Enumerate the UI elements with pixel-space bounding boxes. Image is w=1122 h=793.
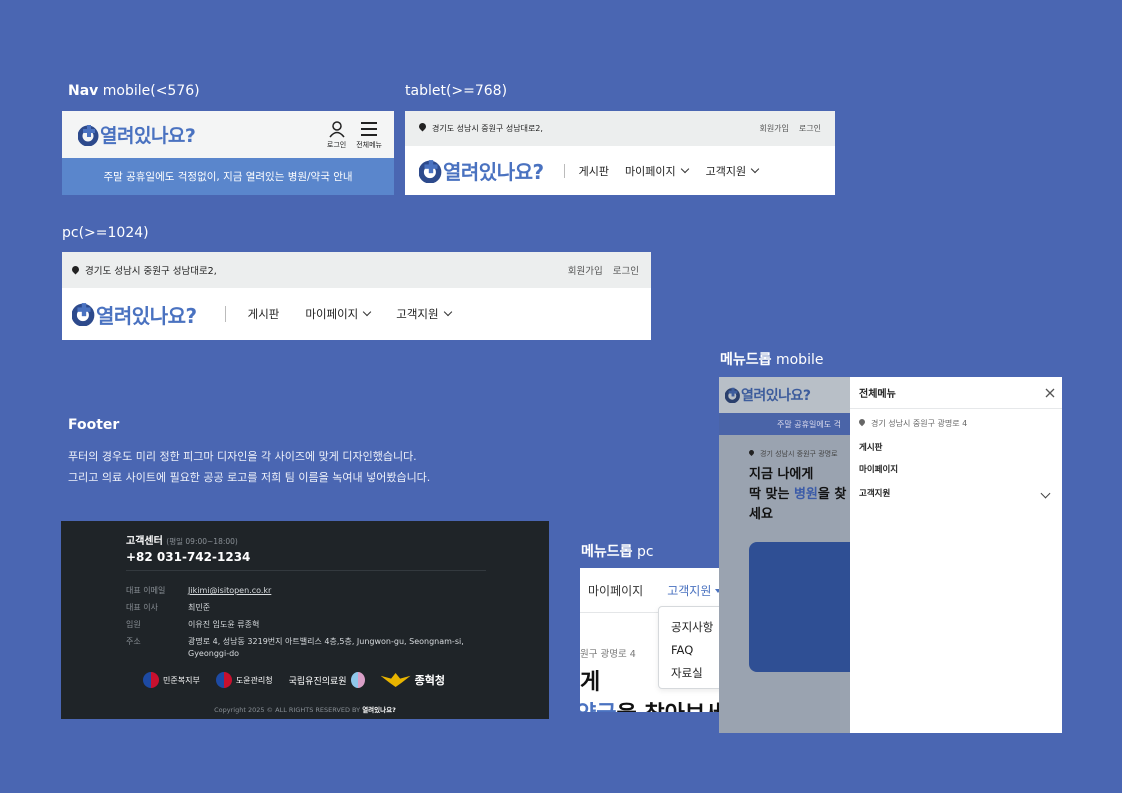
- footer-section-title: Footer: [68, 417, 120, 433]
- logo: 열려있나요?: [725, 385, 811, 405]
- dimmed-address: 경기 성남시 중원구 광명로: [747, 448, 838, 459]
- site-footer: 고객센터 (평일 09:00~18:00) +82 031-742-1234 대…: [61, 521, 549, 719]
- gov-logo-1: 민준복지부: [143, 672, 200, 688]
- footer-info: 대표 이메일 Jikimi@isitopen.co.kr 대표 이사 최민준 임원 이…: [126, 585, 486, 665]
- footer-email-link[interactable]: Jikimi@isitopen.co.kr: [188, 585, 486, 597]
- location-pin-icon: [417, 121, 428, 132]
- drawer-menu: 게시판 마이페이지 고객지원: [850, 429, 1062, 499]
- eagle-emblem-icon: [380, 673, 411, 687]
- copyright: Copyright 2025 © ALL RIGHTS RESERVED BY …: [214, 706, 396, 714]
- bg-address: 원구 광명로 4: [580, 649, 636, 660]
- footer-divider: [126, 570, 486, 571]
- logo[interactable]: 열려있나요?: [419, 156, 544, 185]
- label-nav-mobile: Nav mobile(<576): [68, 83, 200, 99]
- cs-title: 고객센터 (평일 09:00~18:00): [126, 536, 238, 547]
- signup-link[interactable]: 회원가입: [568, 266, 603, 277]
- gov-logo-2: 도윤관리청: [215, 672, 273, 688]
- dimmed-banner: 주말 공휴일에도 걱: [719, 413, 850, 435]
- chevron-down-icon: [680, 164, 689, 173]
- tab-mypage[interactable]: 마이페이지: [588, 582, 643, 599]
- chevron-down-icon: [750, 164, 760, 173]
- drawer-item-support[interactable]: 고객지원: [859, 487, 1053, 499]
- cross-logo-icon: [725, 387, 740, 403]
- cs-phone: +82 031-742-1234: [126, 550, 251, 564]
- location-pin-icon: [857, 417, 867, 427]
- chevron-down-icon: [1040, 488, 1051, 498]
- cross-logo-icon: [72, 303, 95, 326]
- gov-logos: 민준복지부 도윤관리청 국립유진의료원 종혁청: [143, 672, 445, 688]
- hamburger-icon: [361, 121, 378, 136]
- label-pc: pc(>=1024): [62, 225, 149, 241]
- gov-logo-4: 종혁청: [380, 672, 445, 688]
- dimmed-page: 열려있나요? 주말 공휴일에도 걱 경기 성남시 중원구 광명로 지금 나에게 …: [719, 377, 859, 733]
- label-tablet: tablet(>=768): [405, 83, 508, 99]
- drawer-address: 경기 성남시 중원구 광명로 4: [850, 409, 1062, 429]
- nav-mypage[interactable]: 마이페이지: [305, 306, 372, 322]
- location-pin-icon: [70, 264, 81, 275]
- chevron-down-icon: [443, 307, 452, 317]
- mobile-nav: 열려있나요? 로그인 전체메뉴 주말 공휴일에도 걱정없이, 지금 열려있는 병…: [62, 111, 394, 195]
- taegeuk-icon: [143, 672, 159, 688]
- footer-section-desc: 푸터의 경우도 미리 정한 피그마 디자인을 각 사이즈에 맞게 디자인했습니다…: [68, 450, 431, 484]
- taegeuk-icon: [215, 672, 232, 688]
- header-address: 경기도 성남시 중원구 성남대로2,: [70, 263, 217, 277]
- login-link[interactable]: 로그인: [613, 266, 639, 277]
- user-icon: [328, 120, 345, 137]
- close-icon[interactable]: [1044, 387, 1056, 399]
- pc-header: 경기도 성남시 중원구 성남대로2, 회원가입 로그인 열려있나요? 게시판 마이…: [62, 252, 651, 340]
- dimmed-hero-card: [749, 542, 859, 672]
- nav-support[interactable]: 고객지원: [706, 163, 760, 179]
- drawer-item-mypage[interactable]: 마이페이지: [859, 463, 1053, 487]
- gov-logo-3: 국립유진의료원: [289, 672, 365, 688]
- chevron-down-icon: [363, 307, 372, 317]
- tab-support[interactable]: 고객지원: [667, 582, 722, 599]
- all-menu-button[interactable]: 전체메뉴: [356, 120, 382, 150]
- nav-board[interactable]: 게시판: [579, 163, 609, 179]
- tablet-header: 경기도 성남시 중원구 성남대로2, 회원가입 로그인 열려있나요? 게시판 마이…: [405, 111, 835, 195]
- side-drawer: 전체메뉴 경기 성남시 중원구 광명로 4 게시판 마이페이지 고객지원: [850, 377, 1062, 733]
- bg-heading-1: 게: [580, 670, 601, 695]
- cross-logo-icon: [78, 124, 99, 146]
- nav-mypage[interactable]: 마이페이지: [625, 163, 689, 179]
- header-address: 경기도 성남시 중원구 성남대로2,: [417, 121, 543, 134]
- logo[interactable]: 열려있나요?: [78, 121, 196, 148]
- menu-mobile-preview: 열려있나요? 주말 공휴일에도 걱 경기 성남시 중원구 광명로 지금 나에게 …: [719, 377, 1062, 733]
- label-menu-pc: 메뉴드롭 pc: [581, 544, 654, 560]
- signup-link[interactable]: 회원가입: [759, 124, 788, 133]
- diamond-logo-icon: [350, 672, 365, 688]
- dimmed-heading: 지금 나에게 딱 맞는 병원을 찾 세요: [749, 467, 847, 522]
- drawer-item-board[interactable]: 게시판: [859, 441, 1053, 463]
- drawer-title: 전체메뉴: [859, 389, 896, 400]
- login-button[interactable]: 로그인: [327, 120, 346, 150]
- nav-board[interactable]: 게시판: [248, 306, 280, 322]
- label-menu-mobile: 메뉴드롭 mobile: [720, 352, 824, 368]
- login-link[interactable]: 로그인: [799, 124, 821, 133]
- cross-logo-icon: [419, 159, 442, 183]
- nav-support[interactable]: 고객지원: [396, 306, 452, 322]
- mobile-banner: 주말 공휴일에도 걱정없이, 지금 열려있는 병원/약국 안내: [62, 158, 394, 195]
- location-pin-icon: [747, 448, 756, 457]
- logo[interactable]: 열려있나요?: [72, 300, 197, 329]
